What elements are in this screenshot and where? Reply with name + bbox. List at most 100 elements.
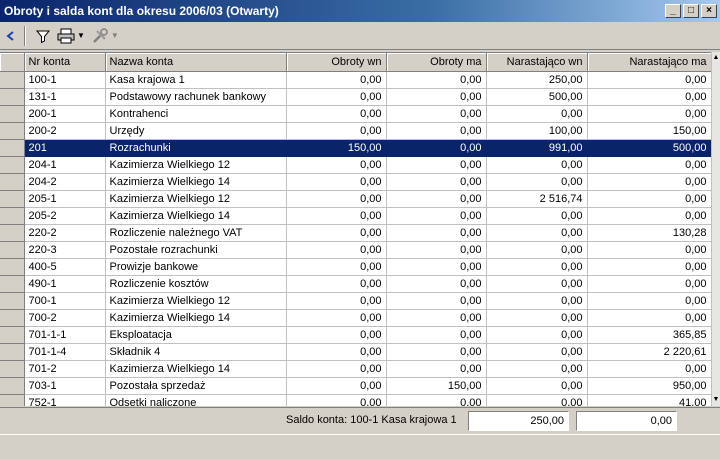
column-header-nazwa-konta[interactable]: Nazwa konta — [105, 53, 287, 72]
cell-nazwa-konta: Składnik 4 — [105, 343, 287, 361]
cell-narastajaco-wn: 500,00 — [486, 88, 588, 106]
table-row[interactable]: 205-1 Kazimierza Wielkiego 12 0,00 0,00 2 51… — [0, 190, 712, 208]
cell-narastajaco-wn: 0,00 — [486, 360, 588, 378]
table-row[interactable]: 703-1 Pozostała sprzedaż 0,00 150,00 0,00 950… — [0, 377, 712, 395]
row-indicator[interactable] — [0, 122, 25, 140]
row-indicator[interactable] — [0, 224, 25, 242]
row-indicator[interactable] — [0, 326, 25, 344]
scroll-down-icon[interactable]: ▼ — [712, 396, 720, 404]
row-indicator[interactable] — [0, 377, 25, 395]
table-row[interactable]: 752-1 Odsetki naliczone 0,00 0,00 0,00 41,00 — [0, 394, 712, 406]
cell-obroty-ma: 0,00 — [386, 292, 487, 310]
cell-nr-konta: 205-1 — [24, 190, 106, 208]
cell-nr-konta: 703-1 — [24, 377, 106, 395]
row-indicator[interactable] — [0, 241, 25, 259]
cell-narastajaco-wn: 0,00 — [486, 275, 588, 293]
column-header-nr-konta[interactable]: Nr konta — [24, 53, 106, 72]
accounts-grid[interactable]: Nr konta Nazwa konta Obroty wn Obroty ma Nar… — [0, 52, 720, 406]
cell-nazwa-konta: Kazimierza Wielkiego 14 — [105, 360, 287, 378]
table-row[interactable]: 220-2 Rozliczenie należnego VAT 0,00 0,00 0,… — [0, 224, 712, 242]
table-row[interactable]: 131-1 Podstawowy rachunek bankowy 0,00 0,00… — [0, 88, 712, 106]
table-row[interactable]: 490-1 Rozliczenie kosztów 0,00 0,00 0,00 0,00 — [0, 275, 712, 293]
back-button[interactable] — [2, 28, 18, 44]
cell-nr-konta: 200-2 — [24, 122, 106, 140]
cell-narastajaco-wn: 0,00 — [486, 224, 588, 242]
tools-dropdown-icon[interactable]: ▼ — [111, 31, 119, 40]
table-row[interactable]: 220-3 Pozostałe rozrachunki 0,00 0,00 0,00 0,… — [0, 241, 712, 259]
cell-nr-konta: 205-2 — [24, 207, 106, 225]
cell-narastajaco-ma: 950,00 — [587, 377, 712, 395]
print-dropdown-icon[interactable]: ▼ — [77, 31, 85, 40]
cell-narastajaco-ma: 130,28 — [587, 224, 712, 242]
row-indicator[interactable] — [0, 309, 25, 327]
tools-button[interactable]: ▼ — [88, 26, 122, 46]
column-header-obroty-wn[interactable]: Obroty wn — [286, 53, 387, 72]
table-row[interactable]: 700-2 Kazimierza Wielkiego 14 0,00 0,00 0,00… — [0, 309, 712, 327]
status-bar: Saldo konta: 100-1 Kasa krajowa 1 250,00… — [0, 407, 720, 433]
row-indicator[interactable] — [0, 71, 25, 89]
cell-narastajaco-ma: 500,00 — [587, 139, 712, 157]
cell-narastajaco-wn: 0,00 — [486, 292, 588, 310]
cell-nr-konta: 701-1-4 — [24, 343, 106, 361]
row-indicator[interactable] — [0, 292, 25, 310]
cell-narastajaco-ma: 0,00 — [587, 88, 712, 106]
cell-narastajaco-wn: 0,00 — [486, 343, 588, 361]
column-header-narastajaco-wn[interactable]: Narastająco wn — [486, 53, 588, 72]
vertical-scrollbar[interactable]: ▲ ▼ — [711, 52, 720, 406]
cell-obroty-ma: 0,00 — [386, 224, 487, 242]
filter-button[interactable] — [32, 26, 54, 46]
cell-obroty-ma: 0,00 — [386, 343, 487, 361]
table-row[interactable]: 201 Rozrachunki 150,00 0,00 991,00 500,00 — [0, 139, 712, 157]
row-indicator[interactable] — [0, 207, 25, 225]
table-row[interactable]: 205-2 Kazimierza Wielkiego 14 0,00 0,00 0,00… — [0, 207, 712, 225]
row-indicator[interactable] — [0, 105, 25, 123]
cell-narastajaco-ma: 0,00 — [587, 309, 712, 327]
table-row[interactable]: 701-1-1 Eksploatacja 0,00 0,00 0,00 365,85 — [0, 326, 712, 344]
cell-narastajaco-ma: 0,00 — [587, 258, 712, 276]
saldo-label: Saldo konta: 100-1 Kasa krajowa 1 — [286, 414, 457, 426]
maximize-button[interactable]: □ — [683, 4, 699, 18]
cell-narastajaco-wn: 0,00 — [486, 377, 588, 395]
row-indicator[interactable] — [0, 139, 25, 157]
cell-narastajaco-wn: 0,00 — [486, 326, 588, 344]
cell-narastajaco-ma: 0,00 — [587, 292, 712, 310]
saldo-wn-field: 250,00 — [468, 411, 569, 431]
table-row[interactable]: 200-1 Kontrahenci 0,00 0,00 0,00 0,00 — [0, 105, 712, 123]
close-button[interactable]: × — [701, 4, 717, 18]
minimize-button[interactable]: _ — [665, 4, 681, 18]
print-button[interactable]: ▼ — [54, 26, 88, 46]
cell-nr-konta: 400-5 — [24, 258, 106, 276]
row-indicator[interactable] — [0, 258, 25, 276]
row-indicator[interactable] — [0, 360, 25, 378]
table-row[interactable]: 700-1 Kazimierza Wielkiego 12 0,00 0,00 0,00… — [0, 292, 712, 310]
row-indicator[interactable] — [0, 156, 25, 174]
cell-narastajaco-ma: 0,00 — [587, 241, 712, 259]
row-indicator[interactable] — [0, 275, 25, 293]
scroll-up-icon[interactable]: ▲ — [712, 54, 720, 62]
filter-icon — [35, 30, 51, 43]
cell-narastajaco-ma: 0,00 — [587, 173, 712, 191]
cell-nr-konta: 490-1 — [24, 275, 106, 293]
cell-nr-konta: 100-1 — [24, 71, 106, 89]
row-indicator[interactable] — [0, 173, 25, 191]
toolbar: ▼ ▼ — [0, 22, 720, 50]
table-row[interactable]: 200-2 Urzędy 0,00 0,00 100,00 150,00 — [0, 122, 712, 140]
row-indicator[interactable] — [0, 394, 25, 406]
row-indicator[interactable] — [0, 343, 25, 361]
cell-nr-konta: 220-3 — [24, 241, 106, 259]
table-row[interactable]: 204-1 Kazimierza Wielkiego 12 0,00 0,00 0,00… — [0, 156, 712, 174]
table-row[interactable]: 400-5 Prowizje bankowe 0,00 0,00 0,00 0,00 — [0, 258, 712, 276]
cell-obroty-wn: 0,00 — [286, 88, 387, 106]
column-header-narastajaco-ma[interactable]: Narastająco ma — [587, 53, 712, 72]
row-indicator[interactable] — [0, 88, 25, 106]
cell-nazwa-konta: Podstawowy rachunek bankowy — [105, 88, 287, 106]
table-row[interactable]: 701-1-4 Składnik 4 0,00 0,00 0,00 2 220,61 — [0, 343, 712, 361]
table-row[interactable]: 204-2 Kazimierza Wielkiego 14 0,00 0,00 0,00… — [0, 173, 712, 191]
table-row[interactable]: 100-1 Kasa krajowa 1 0,00 0,00 250,00 0,00 — [0, 71, 712, 89]
cell-nr-konta: 701-1-1 — [24, 326, 106, 344]
column-header-obroty-ma[interactable]: Obroty ma — [386, 53, 487, 72]
cell-obroty-wn: 0,00 — [286, 241, 387, 259]
row-indicator[interactable] — [0, 190, 25, 208]
table-row[interactable]: 701-2 Kazimierza Wielkiego 14 0,00 0,00 0,00… — [0, 360, 712, 378]
cell-obroty-ma: 0,00 — [386, 207, 487, 225]
